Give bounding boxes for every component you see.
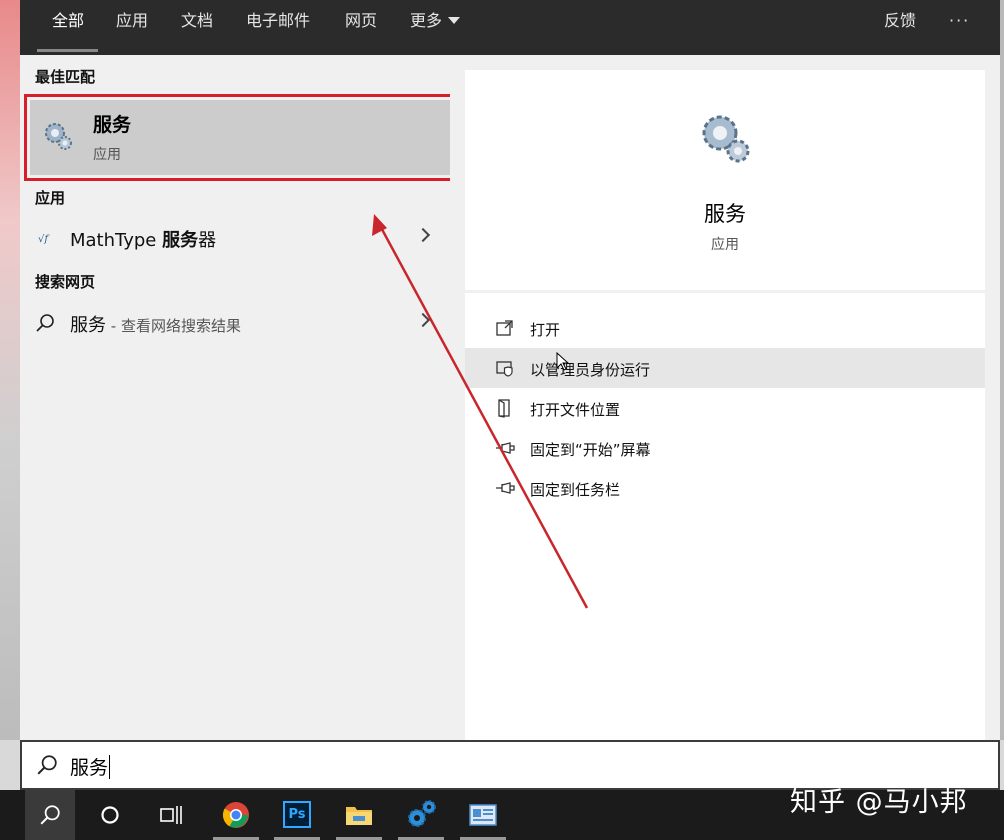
- apps-header: 应用: [35, 189, 66, 207]
- search-icon: [36, 314, 54, 332]
- cortana-button[interactable]: [85, 790, 135, 840]
- tab-more[interactable]: 更多: [410, 0, 461, 42]
- open-icon: [496, 320, 513, 336]
- feedback-button[interactable]: 反馈: [884, 0, 916, 42]
- web-result-query: 服务: [70, 315, 106, 336]
- action-open[interactable]: 打开: [465, 308, 985, 348]
- search-input-value: 服务: [70, 757, 109, 779]
- best-match-highlight: 服务 应用: [30, 100, 452, 175]
- action-open-file-location-label: 打开文件位置: [530, 401, 621, 419]
- chevron-right-icon[interactable]: [415, 312, 431, 328]
- action-open-label: 打开: [530, 321, 561, 339]
- app-detail-card: 服务 应用: [465, 70, 985, 290]
- app-result-mathtype[interactable]: √f MathType 服务器: [20, 218, 450, 258]
- action-pin-to-taskbar-label: 固定到任务栏: [530, 481, 621, 499]
- watermark: 知乎 @马小邦: [790, 787, 968, 818]
- file-explorer-icon: [346, 807, 372, 825]
- taskbar-search-button[interactable]: [25, 790, 75, 840]
- mouse-cursor-icon: [556, 352, 570, 371]
- taskbar-chrome[interactable]: [211, 790, 261, 840]
- tab-more-label: 更多: [410, 11, 443, 30]
- file-location-icon: [498, 399, 510, 418]
- app-label-match: 服务: [162, 230, 199, 251]
- tab-apps[interactable]: 应用: [116, 0, 148, 42]
- action-pin-to-taskbar[interactable]: 固定到任务栏: [465, 468, 985, 508]
- text-cursor: [109, 755, 111, 779]
- results-pane: 最佳匹配 服务 应用 应用 √f MathType 服务器 搜索网页 服务 - …: [20, 55, 458, 740]
- gears-icon: [702, 115, 750, 163]
- app-label-suffix: 器: [198, 230, 217, 251]
- web-result-sub: - 查看网络搜索结果: [106, 317, 241, 335]
- gears-icon: [45, 123, 72, 150]
- chevron-right-icon[interactable]: [415, 227, 431, 243]
- best-match-result[interactable]: 服务 应用: [24, 94, 458, 181]
- search-icon: [40, 805, 60, 825]
- web-search-result[interactable]: 服务 - 查看网络搜索结果: [20, 303, 450, 343]
- taskbar-services[interactable]: [396, 790, 446, 840]
- mathtype-icon: √f: [38, 234, 50, 245]
- task-view-button[interactable]: [146, 790, 196, 840]
- pin-icon: [496, 482, 515, 494]
- svg-text:√f: √f: [38, 234, 50, 245]
- tab-email[interactable]: 电子邮件: [246, 0, 310, 42]
- search-scope-tabs: 全部 应用 文档 电子邮件 网页 更多 反馈 ···: [20, 0, 1000, 55]
- best-match-subtitle: 应用: [93, 147, 121, 163]
- action-run-as-admin[interactable]: 以管理员身份运行: [465, 348, 985, 388]
- control-panel-icon: [469, 804, 497, 826]
- task-view-icon: [160, 806, 182, 824]
- caret-down-icon: [448, 17, 461, 24]
- taskbar-photoshop[interactable]: Ps: [272, 790, 322, 840]
- web-search-header: 搜索网页: [35, 273, 96, 291]
- desktop-edge: [1000, 0, 1004, 740]
- best-match-title: 服务: [93, 114, 132, 136]
- action-pin-to-start-label: 固定到“开始”屏幕: [530, 441, 651, 459]
- app-result-label: MathType 服务器: [70, 226, 216, 252]
- app-actions-list: 打开 以管理员身份运行 打开文件位置 固定到“开始”屏幕 固定到任务栏: [465, 293, 985, 740]
- cortana-icon: [101, 806, 119, 824]
- detail-subtitle: 应用: [711, 237, 739, 253]
- chrome-icon: [222, 802, 249, 828]
- desktop-background: [0, 0, 20, 740]
- web-result-label: 服务 - 查看网络搜索结果: [70, 311, 241, 337]
- tab-web[interactable]: 网页: [345, 0, 377, 42]
- pin-icon: [496, 442, 515, 454]
- action-open-file-location[interactable]: 打开文件位置: [465, 388, 985, 428]
- search-icon: [37, 755, 57, 775]
- admin-shield-icon: [496, 361, 513, 377]
- active-tab-underline: [37, 49, 98, 52]
- services-gears-icon: [408, 800, 436, 827]
- best-match-header: 最佳匹配: [35, 68, 96, 86]
- photoshop-icon: Ps: [283, 801, 311, 828]
- tab-documents[interactable]: 文档: [181, 0, 213, 42]
- action-pin-to-start[interactable]: 固定到“开始”屏幕: [465, 428, 985, 468]
- taskbar-file-explorer[interactable]: [334, 790, 384, 840]
- tab-all[interactable]: 全部: [52, 0, 84, 42]
- taskbar-control-panel[interactable]: [458, 790, 508, 840]
- more-options-button[interactable]: ···: [949, 0, 970, 42]
- action-run-as-admin-label: 以管理员身份运行: [530, 361, 651, 379]
- app-label-prefix: MathType: [70, 230, 163, 251]
- search-input[interactable]: 服务: [70, 753, 111, 780]
- detail-title: 服务: [704, 202, 746, 226]
